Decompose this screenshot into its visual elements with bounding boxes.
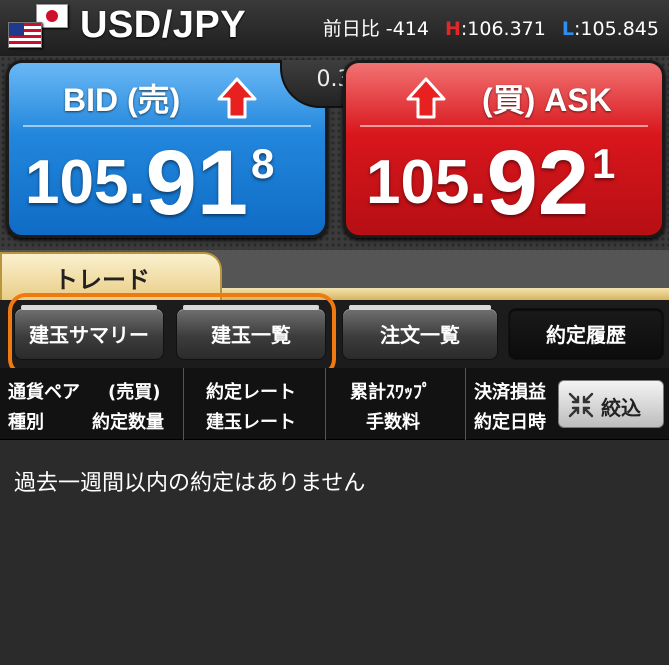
subtab-cap bbox=[183, 305, 319, 310]
bid-divider bbox=[23, 125, 311, 127]
subtab-label: 建玉一覧 bbox=[211, 323, 291, 347]
change-value: -414 bbox=[385, 18, 429, 40]
filter-button[interactable]: 絞込 bbox=[558, 380, 664, 428]
currency-flags bbox=[8, 4, 70, 52]
column-header-text: 約定日時 bbox=[474, 412, 546, 433]
collapse-icon bbox=[567, 391, 595, 419]
low-value: :105.845 bbox=[574, 18, 659, 40]
column-header-text: 通貨ペア bbox=[8, 382, 80, 403]
ask-label: (買) ASK bbox=[482, 82, 612, 118]
subtab-position-list[interactable]: 建玉一覧 bbox=[176, 305, 326, 360]
column-header-text: 手数料 bbox=[366, 412, 420, 433]
bid-price-pip: 8 bbox=[251, 140, 275, 187]
bid-price-base: 105. bbox=[25, 148, 146, 217]
price-stats: 前日比 -414 H:106.371 L:105.845 bbox=[323, 14, 659, 41]
ask-button[interactable]: (買) ASK 105.921 bbox=[343, 60, 665, 238]
column-header-swap: 累計ｽﾜｯﾌﾟ 手数料 bbox=[326, 368, 466, 440]
column-header-text: 約定レート bbox=[206, 382, 296, 403]
ask-price: 105.921 bbox=[366, 133, 615, 233]
filter-button-label: 絞込 bbox=[601, 396, 641, 420]
column-header-text: 種別 bbox=[8, 412, 44, 433]
up-arrow-icon bbox=[217, 77, 257, 119]
up-arrow-icon bbox=[406, 77, 446, 119]
column-header-rate: 約定レート 建玉レート bbox=[184, 368, 326, 440]
subtab-label: 注文一覧 bbox=[380, 323, 460, 347]
tab-trade-label: トレード bbox=[54, 266, 150, 294]
us-flag-icon bbox=[8, 22, 42, 48]
low-label: L bbox=[561, 18, 575, 40]
subtab-cap bbox=[349, 305, 491, 310]
quote-panel: BID (売) 105.918 0.3 (買) ASK 105.921 bbox=[0, 56, 669, 250]
column-header-pair: 通貨ペア (売買) 種別 約定数量 bbox=[0, 368, 184, 440]
high-value: :106.371 bbox=[460, 18, 546, 40]
bid-button[interactable]: BID (売) 105.918 bbox=[6, 60, 328, 238]
high-label: H bbox=[444, 18, 461, 40]
subtab-label: 建玉サマリー bbox=[29, 323, 149, 347]
header-bar: USD/JPY 前日比 -414 H:106.371 L:105.845 bbox=[0, 0, 669, 56]
bid-price: 105.918 bbox=[25, 133, 274, 233]
empty-message: 過去一週間以内の約定はありません bbox=[14, 471, 366, 496]
subtab-order-list[interactable]: 注文一覧 bbox=[342, 305, 498, 360]
subtab-position-summary[interactable]: 建玉サマリー bbox=[14, 305, 164, 360]
ask-price-base: 105. bbox=[366, 148, 487, 217]
bid-price-big: 91 bbox=[145, 132, 249, 234]
column-header-text: 約定数量 bbox=[92, 412, 164, 433]
ask-price-big: 92 bbox=[486, 132, 590, 234]
bid-label: BID (売) bbox=[63, 82, 181, 118]
history-list: 過去一週間以内の約定はありません bbox=[0, 441, 669, 665]
currency-pair[interactable]: USD/JPY bbox=[80, 4, 246, 47]
column-header-text: 建玉レート bbox=[206, 412, 296, 433]
subtab-cap bbox=[21, 305, 157, 310]
subtab-label: 約定履歴 bbox=[546, 323, 626, 347]
ask-price-pip: 1 bbox=[592, 140, 616, 187]
column-header-text: (売買) bbox=[108, 382, 161, 403]
change-label: 前日比 bbox=[322, 18, 380, 40]
column-header-text: 累計ｽﾜｯﾌﾟ bbox=[350, 382, 431, 403]
ask-divider bbox=[360, 125, 648, 127]
subtab-execution-history[interactable]: 約定履歴 bbox=[508, 308, 664, 360]
subtab-bar: 建玉サマリー 建玉一覧 注文一覧 約定履歴 bbox=[0, 300, 669, 368]
tab-trade[interactable]: トレード bbox=[0, 252, 222, 300]
column-header-text: 決済損益 bbox=[474, 382, 546, 403]
